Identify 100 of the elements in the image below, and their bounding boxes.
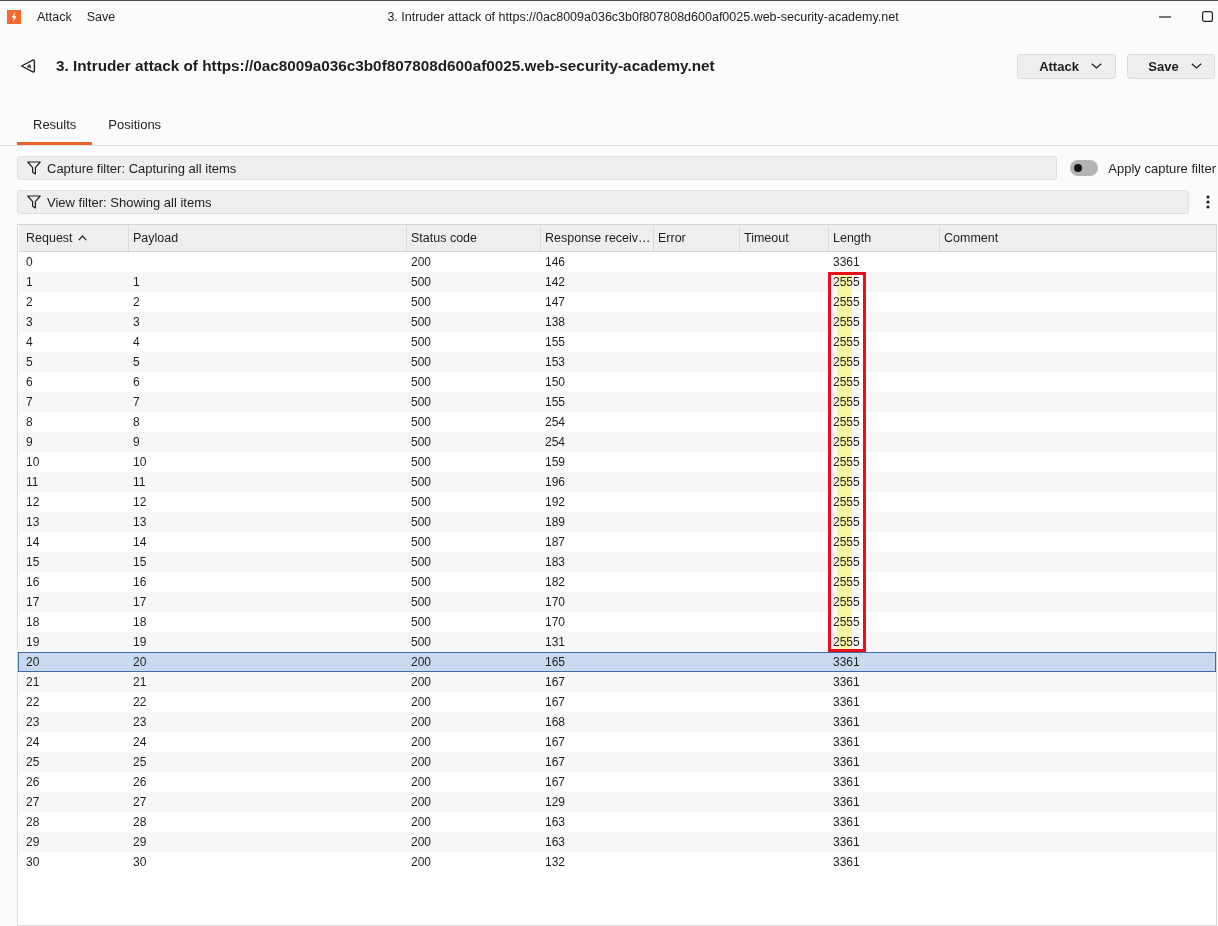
table-cell-text: 500 bbox=[411, 434, 432, 451]
table-cell-text: 13 bbox=[26, 514, 40, 531]
toggle-switch[interactable] bbox=[1070, 160, 1099, 176]
minimize-icon[interactable] bbox=[1159, 15, 1171, 18]
table-row[interactable]: 23 23 200 168 3361 bbox=[19, 712, 1216, 732]
table-row[interactable]: 17 17 500 170 2555 bbox=[19, 592, 1216, 612]
table-cell-text: 21 bbox=[26, 674, 40, 691]
filter-bar[interactable]: View filter: Showing all items bbox=[17, 190, 1189, 214]
table-row[interactable]: 13 13 500 189 2555 bbox=[19, 512, 1216, 532]
table-cell-text: 132 bbox=[545, 854, 566, 871]
table-row[interactable]: 9 9 500 254 2555 bbox=[19, 432, 1216, 452]
table-cell-text: 168 bbox=[545, 714, 566, 731]
menu-item[interactable]: Save bbox=[86, 7, 116, 26]
column-header[interactable]: Comment bbox=[940, 225, 1216, 251]
table-cell-text: 500 bbox=[411, 594, 432, 611]
table-cell-text: 10 bbox=[26, 454, 40, 471]
column-header[interactable]: Payload bbox=[129, 225, 407, 251]
table-cell-text: 22 bbox=[133, 694, 147, 711]
table-cell-text: 187 bbox=[545, 534, 566, 551]
table-cell-text: 500 bbox=[411, 534, 432, 551]
table-cell-text: 3361 bbox=[833, 774, 860, 791]
table-row[interactable]: 3 3 500 138 2555 bbox=[19, 312, 1216, 332]
table-cell: 2555 bbox=[833, 432, 860, 452]
table-cell-text: 3361 bbox=[833, 714, 860, 731]
table-cell-text: 2 bbox=[133, 294, 140, 311]
table-cell-text: 3361 bbox=[833, 854, 860, 871]
table-cell-text: 159 bbox=[545, 454, 566, 471]
table-cell-text: 500 bbox=[411, 474, 432, 491]
column-header[interactable]: Request bbox=[19, 225, 129, 251]
table-cell-text: 19 bbox=[26, 634, 40, 651]
table-row[interactable]: 1 1 500 142 2555 bbox=[19, 272, 1216, 292]
table-cell-text: 16 bbox=[133, 574, 147, 591]
table-cell-text: 500 bbox=[411, 454, 432, 471]
table-cell: 2555 bbox=[833, 312, 860, 332]
table-cell-text: 22 bbox=[26, 694, 40, 711]
column-header[interactable]: Timeout bbox=[740, 225, 829, 251]
maximize-icon[interactable] bbox=[1202, 11, 1213, 22]
table-cell: 2555 bbox=[833, 352, 860, 372]
dropdown-button[interactable]: Attack bbox=[1017, 53, 1116, 79]
table-cell-text: 189 bbox=[545, 514, 566, 531]
table-cell-text: 18 bbox=[26, 614, 40, 631]
tab[interactable]: Results bbox=[17, 108, 93, 145]
table-row[interactable]: 29 29 200 163 3361 bbox=[19, 832, 1216, 852]
table-row[interactable]: 21 21 200 167 3361 bbox=[19, 672, 1216, 692]
table-cell-text: 500 bbox=[411, 414, 432, 431]
table-cell-text: 29 bbox=[26, 834, 40, 851]
table-cell-text: 192 bbox=[545, 494, 566, 511]
column-header[interactable]: Length bbox=[829, 225, 940, 251]
table-cell-text: 147 bbox=[545, 294, 566, 311]
table-row[interactable]: 15 15 500 183 2555 bbox=[19, 552, 1216, 572]
table-cell-text: 163 bbox=[545, 834, 566, 851]
filter-bar[interactable]: Capture filter: Capturing all items bbox=[17, 156, 1058, 180]
vertical-dots-icon[interactable] bbox=[1206, 195, 1210, 209]
table-cell: 2555 bbox=[833, 452, 860, 472]
table-cell-text: 20 bbox=[133, 654, 147, 671]
table-row[interactable]: 19 19 500 131 2555 bbox=[19, 632, 1216, 652]
column-header[interactable]: Error bbox=[654, 225, 740, 251]
menu-item[interactable]: Attack bbox=[37, 7, 72, 26]
table-cell-text: 3361 bbox=[833, 694, 860, 711]
table-cell-text: 3361 bbox=[833, 734, 860, 751]
table-cell-text: 3361 bbox=[833, 674, 860, 691]
table-cell-text: 3361 bbox=[833, 814, 860, 831]
table-cell-text: 26 bbox=[26, 774, 40, 791]
table-cell-text: 500 bbox=[411, 514, 432, 531]
table-cell-text: 19 bbox=[133, 634, 147, 651]
table-cell-text: 21 bbox=[133, 674, 147, 691]
table-cell-text: 254 bbox=[545, 434, 566, 451]
table-cell-text: 167 bbox=[545, 734, 566, 751]
table-cell-text: 0 bbox=[26, 254, 33, 271]
page-title: 3. Intruder attack of https://0ac8009a036c3b0f807808d600af0025.web-security-academy.net bbox=[56, 57, 716, 75]
column-header[interactable]: Response receiv… bbox=[541, 225, 654, 251]
table-cell-text: 138 bbox=[545, 314, 566, 331]
table-row[interactable]: 11 11 500 196 2555 bbox=[19, 472, 1216, 492]
table-row[interactable]: 25 25 200 167 3361 bbox=[19, 752, 1216, 772]
table-cell: 2555 bbox=[833, 512, 860, 532]
table-cell-text: 500 bbox=[411, 394, 432, 411]
table-cell-text: 167 bbox=[545, 674, 566, 691]
table-row[interactable]: 5 5 500 153 2555 bbox=[19, 352, 1216, 372]
table-row[interactable]: 20 20 200 165 3361 bbox=[18, 652, 1216, 672]
table-cell-text: 200 bbox=[411, 834, 432, 851]
table-cell-text: 3361 bbox=[833, 794, 860, 811]
table-cell-text: 14 bbox=[133, 534, 147, 551]
table-cell-text: 30 bbox=[133, 854, 147, 871]
table-cell: 2555 bbox=[833, 292, 860, 312]
dropdown-button[interactable]: Save bbox=[1127, 53, 1215, 79]
funnel-icon bbox=[27, 161, 41, 175]
table-cell-text: 11 bbox=[26, 474, 39, 491]
table-cell-text: 25 bbox=[133, 754, 147, 771]
table-row[interactable]: 7 7 500 155 2555 bbox=[19, 392, 1216, 412]
funnel-icon bbox=[27, 195, 41, 209]
table-cell: 2555 bbox=[833, 272, 860, 292]
table-cell-text: 254 bbox=[545, 414, 566, 431]
table-cell-text: 3361 bbox=[833, 254, 860, 271]
table-cell-text: 5 bbox=[26, 354, 33, 371]
tab[interactable]: Positions bbox=[92, 108, 178, 145]
table-cell-text: 200 bbox=[411, 774, 432, 791]
table-cell: 2555 bbox=[833, 532, 860, 552]
table-row[interactable]: 27 27 200 129 3361 bbox=[19, 792, 1216, 812]
column-header[interactable]: Status code bbox=[407, 225, 541, 251]
table-cell: 2555 bbox=[833, 472, 860, 492]
